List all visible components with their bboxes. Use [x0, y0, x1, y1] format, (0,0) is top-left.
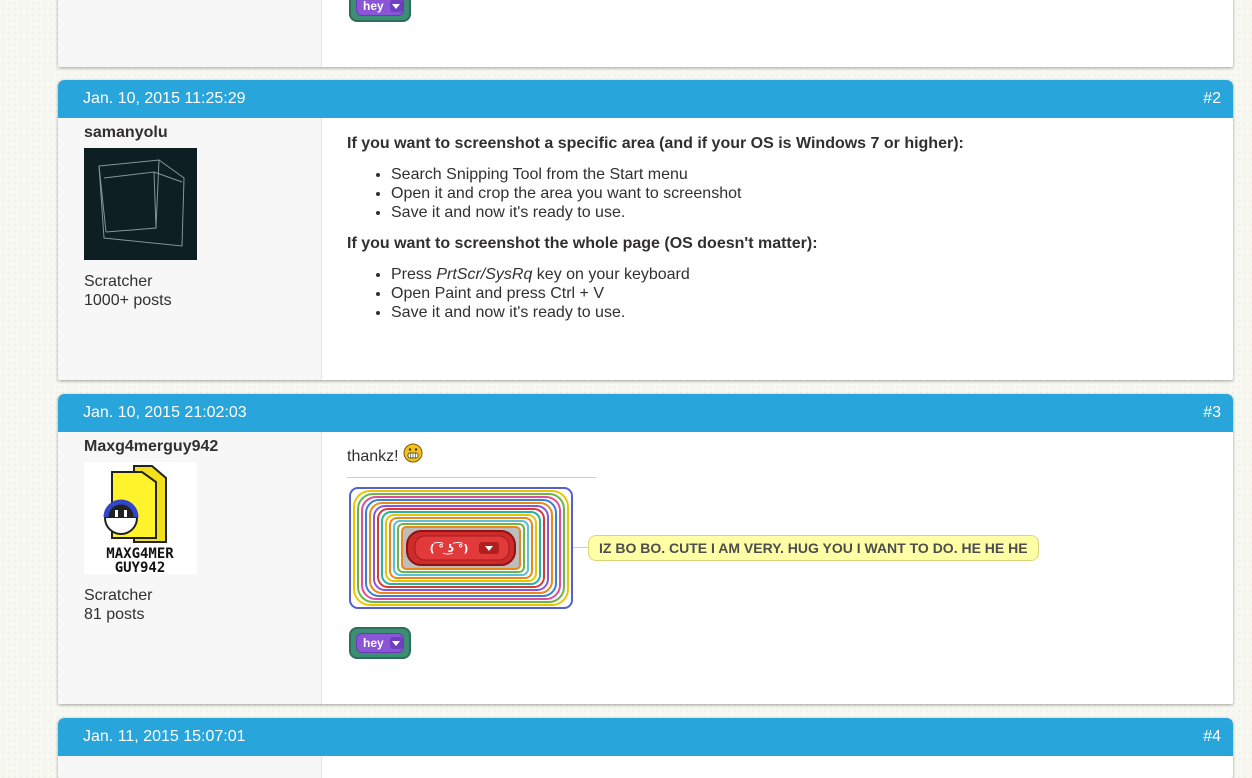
post-number-link[interactable]: #2 — [1203, 90, 1221, 108]
avatar-text: GUY942 — [115, 560, 166, 574]
tooltip-connector — [573, 547, 589, 548]
post-number-link[interactable]: #3 — [1203, 404, 1221, 422]
post-2-content: If you want to screenshot a specific are… — [322, 118, 1233, 380]
post-4: Jan. 11, 2015 15:07:01 #4 — [58, 718, 1233, 778]
user-post-count: 81 posts — [84, 606, 145, 623]
post-timestamp: Jan. 10, 2015 21:02:03 — [83, 404, 247, 421]
post-3-content: thankz! (͡° ͜ʖ ͡°) IZ BO BO. CUTE I AM … — [322, 432, 1233, 704]
post-2: Jan. 10, 2015 11:25:29 #2 samanyolu Scra… — [58, 80, 1233, 380]
user-avatar[interactable] — [84, 148, 197, 260]
post-3-header: Jan. 10, 2015 21:02:03 #3 — [58, 394, 1233, 432]
signature-divider — [347, 477, 596, 478]
post-heading: If you want to screenshot the whole page… — [347, 235, 818, 252]
post-timestamp: Jan. 11, 2015 15:07:01 — [83, 728, 246, 745]
instruction-list: Press PrtScr/SysRq key on your keyboard … — [347, 265, 1233, 322]
list-item: Press PrtScr/SysRq key on your keyboard — [391, 265, 1233, 284]
username-link[interactable]: samanyolu — [84, 124, 321, 142]
list-item: Save it and now it's ready to use. — [391, 203, 1233, 222]
post-2-header: Jan. 10, 2015 11:25:29 #2 — [58, 80, 1233, 118]
speech-tooltip: IZ BO BO. CUTE I AM VERY. HUG YOU I WANT… — [588, 535, 1039, 561]
post-4-header: Jan. 11, 2015 15:07:01 #4 — [58, 718, 1233, 756]
hey-block: hey — [349, 0, 411, 22]
post-3: Jan. 10, 2015 21:02:03 #3 Maxg4merguy942… — [58, 394, 1233, 704]
instruction-list: Search Snipping Tool from the Start menu… — [347, 165, 1233, 222]
post-4-author — [58, 756, 322, 778]
user-rank: Scratcher — [84, 587, 153, 604]
user-avatar[interactable]: MAXG4MER GUY942 — [84, 462, 197, 574]
post-1-content: hey — [322, 0, 1233, 67]
list-item: Open Paint and press Ctrl + V — [391, 284, 1233, 303]
list-item: Open it and crop the area you want to sc… — [391, 184, 1233, 203]
post-3-author: Maxg4merguy942 MAXG4MER GUY942 Scratcher… — [58, 432, 322, 704]
post-heading: If you want to screenshot a specific are… — [347, 135, 964, 152]
hey-block: hey — [349, 627, 411, 659]
list-item: Search Snipping Tool from the Start menu — [391, 165, 1233, 184]
block-face-text: ( ͡° ͜ʖ ͡°) — [430, 542, 469, 555]
username-link[interactable]: Maxg4merguy942 — [84, 438, 321, 456]
user-rank: Scratcher — [84, 273, 153, 290]
user-post-count: 1000+ posts — [84, 292, 172, 309]
rainbow-block-image: ( ͡° ͜ʖ ͡°) — [349, 487, 573, 609]
post-timestamp: Jan. 10, 2015 11:25:29 — [83, 90, 246, 107]
post-1: hey — [58, 0, 1233, 67]
post-1-sidebar — [58, 0, 322, 67]
post-text: thankz! — [347, 443, 423, 466]
post-number-link[interactable]: #4 — [1203, 728, 1221, 746]
list-item: Save it and now it's ready to use. — [391, 303, 1233, 322]
post-4-content — [322, 756, 1233, 778]
smiley-icon — [403, 443, 423, 463]
post-2-author: samanyolu Scratcher 1000+ posts — [58, 118, 322, 380]
